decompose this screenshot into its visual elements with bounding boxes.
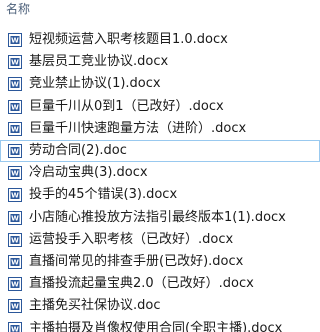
file-name: 短视频运营入职考核题目1.0.docx <box>29 32 228 48</box>
file-row[interactable]: W 运营投手入职考核（已改好）.docx <box>0 229 320 251</box>
svg-text:W: W <box>11 125 19 133</box>
word-document-icon: W <box>8 99 22 114</box>
file-row[interactable]: W 基层员工竞业协议.docx <box>0 51 320 73</box>
svg-text:W: W <box>11 325 19 332</box>
file-row[interactable]: W 直播间常见的排查手册(已改好).docx <box>0 251 320 273</box>
file-row[interactable]: W 直播投流起量宝典2.0（已改好）.docx <box>0 273 320 295</box>
word-document-icon: W <box>8 188 22 203</box>
file-row[interactable]: W 投手的45个错误(3).docx <box>0 184 320 206</box>
svg-text:W: W <box>11 103 19 111</box>
word-document-icon: W <box>8 166 22 181</box>
word-document-icon: W <box>8 77 22 92</box>
word-document-icon: W <box>8 254 22 269</box>
file-name: 冷启动宝典(3).docx <box>29 165 148 181</box>
file-name: 主播免买社保协议.doc <box>29 298 161 314</box>
svg-text:W: W <box>11 37 19 45</box>
word-document-icon: W <box>8 299 22 314</box>
file-name: 劳动合同(2).doc <box>29 143 127 159</box>
svg-text:W: W <box>11 236 19 244</box>
svg-text:W: W <box>11 59 19 67</box>
file-name: 巨量千川快速跑量方法（进阶）.docx <box>29 120 247 136</box>
file-row[interactable]: W 竞业禁止协议(1).docx <box>0 73 320 95</box>
column-header-name[interactable]: 名称 <box>6 1 30 17</box>
file-row[interactable]: W 主播免买社保协议.doc <box>0 295 320 317</box>
word-document-icon: W <box>8 121 22 136</box>
svg-text:W: W <box>11 170 19 178</box>
svg-text:W: W <box>11 281 19 289</box>
svg-text:W: W <box>11 148 19 156</box>
file-name: 直播投流起量宝典2.0（已改好）.docx <box>29 276 254 292</box>
file-row[interactable]: W 巨量千川从0到1（已改好）.docx <box>0 96 320 118</box>
file-name: 竞业禁止协议(1).docx <box>29 76 161 92</box>
file-row[interactable]: W 巨量千川快速跑量方法（进阶）.docx <box>0 118 320 140</box>
svg-text:W: W <box>11 259 19 267</box>
svg-text:W: W <box>11 81 19 89</box>
file-row[interactable]: W 主播拍摄及肖像权使用合同(全职主播).docx <box>0 317 320 332</box>
file-name: 巨量千川从0到1（已改好）.docx <box>29 98 224 114</box>
svg-text:W: W <box>11 214 19 222</box>
file-name: 基层员工竞业协议.docx <box>29 54 169 70</box>
svg-text:W: W <box>11 192 19 200</box>
word-document-icon: W <box>8 144 22 159</box>
file-row[interactable]: W 冷启动宝典(3).docx <box>0 162 320 184</box>
word-document-icon: W <box>8 210 22 225</box>
file-row-selected[interactable]: W 劳动合同(2).doc <box>0 139 320 163</box>
file-name: 运营投手入职考核（已改好）.docx <box>29 231 234 247</box>
word-document-icon: W <box>8 277 22 292</box>
file-row[interactable]: W 小店随心推投放方法指引最终版本1(1).docx <box>0 207 320 229</box>
word-document-icon: W <box>8 321 22 332</box>
file-name: 投手的45个错误(3).docx <box>29 187 178 203</box>
file-name: 直播间常见的排查手册(已改好).docx <box>29 253 244 269</box>
file-list: W 短视频运营入职考核题目1.0.docx W 基层员工竞业协议.docx W … <box>0 29 320 332</box>
word-document-icon: W <box>8 55 22 70</box>
file-row[interactable]: W 短视频运营入职考核题目1.0.docx <box>0 29 320 51</box>
column-header: 名称 <box>0 0 320 22</box>
word-document-icon: W <box>8 33 22 48</box>
svg-text:W: W <box>11 303 19 311</box>
file-name: 主播拍摄及肖像权使用合同(全职主播).docx <box>29 320 283 332</box>
file-name: 小店随心推投放方法指引最终版本1(1).docx <box>29 209 286 225</box>
word-document-icon: W <box>8 232 22 247</box>
